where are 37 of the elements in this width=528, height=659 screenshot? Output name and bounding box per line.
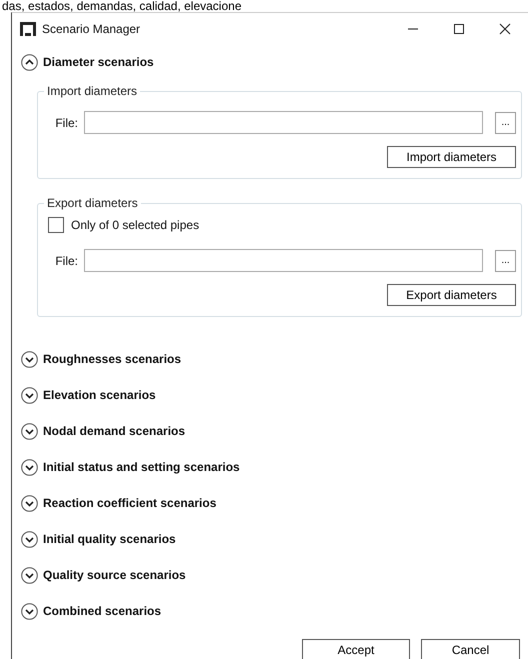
import-button[interactable]: Import diameters xyxy=(387,146,516,168)
close-icon[interactable] xyxy=(499,23,511,35)
field-label: File: xyxy=(54,254,78,268)
section-title[interactable]: Roughnesses scenarios xyxy=(43,352,182,366)
expand-icon[interactable] xyxy=(21,458,38,476)
section-title[interactable]: Quality source scenarios xyxy=(43,568,186,582)
file-field[interactable] xyxy=(84,249,483,272)
window-title: Scenario Manager xyxy=(42,22,140,36)
export-button[interactable]: Export diameters xyxy=(387,284,516,306)
section-title[interactable]: Reaction coefficient scenarios xyxy=(43,496,216,510)
group-title: Export diameters xyxy=(44,196,141,210)
expand-icon[interactable] xyxy=(21,350,38,368)
collapse-icon[interactable] xyxy=(21,54,38,70)
browse-button[interactable]: ... xyxy=(495,250,516,272)
section-title[interactable]: Diameter scenarios xyxy=(43,55,154,69)
file-field[interactable] xyxy=(84,111,483,134)
expand-icon[interactable] xyxy=(21,566,38,584)
section-title[interactable]: Initial quality scenarios xyxy=(43,532,176,546)
group-title: Import diameters xyxy=(44,84,140,98)
section-title[interactable]: Elevation scenarios xyxy=(43,388,156,402)
expand-icon[interactable] xyxy=(21,422,38,440)
field-label: File: xyxy=(54,116,78,130)
cancel-button[interactable]: Cancel xyxy=(421,639,520,659)
maximize-icon[interactable] xyxy=(453,23,465,35)
section-title[interactable]: Nodal demand scenarios xyxy=(43,424,186,438)
expand-icon[interactable] xyxy=(21,602,38,620)
section-title[interactable]: Combined scenarios xyxy=(43,604,162,618)
checkbox[interactable] xyxy=(48,217,64,233)
section-title[interactable]: Initial status and setting scenarios xyxy=(43,460,240,474)
expand-icon[interactable] xyxy=(21,494,38,512)
background-text: das, estados, demandas, calidad, elevacione xyxy=(1,0,242,12)
browse-button[interactable]: ... xyxy=(495,112,516,134)
expand-icon[interactable] xyxy=(21,386,38,404)
expand-icon[interactable] xyxy=(21,530,38,548)
checkbox-label[interactable]: Only of 0 selected pipes xyxy=(71,218,200,232)
app-icon xyxy=(20,22,36,36)
accept-button[interactable]: Accept xyxy=(302,639,410,659)
